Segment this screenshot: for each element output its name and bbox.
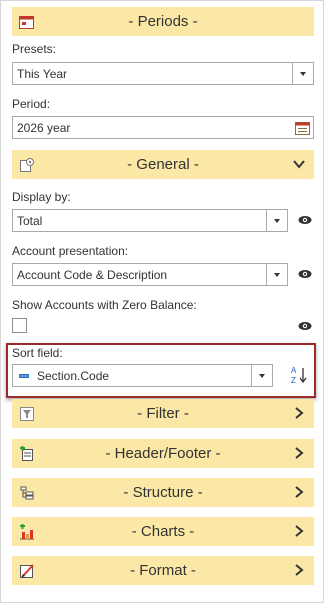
format-title: - Format - bbox=[130, 562, 196, 579]
chevron-down-icon bbox=[274, 218, 280, 223]
field-icon bbox=[19, 373, 29, 378]
presets-value: This Year bbox=[17, 66, 68, 81]
general-title: - General - bbox=[127, 156, 199, 173]
period-calendar-button[interactable] bbox=[292, 117, 313, 138]
chevron-right-icon[interactable] bbox=[292, 524, 306, 538]
account-presentation-select[interactable]: Account Code & Description bbox=[12, 263, 288, 286]
charts-section-header[interactable]: - Charts - bbox=[12, 517, 314, 546]
period-input[interactable]: 2026 year bbox=[12, 116, 314, 139]
account-presentation-label: Account presentation: bbox=[12, 244, 129, 258]
sort-field-value: Section.Code bbox=[37, 368, 110, 383]
display-by-select[interactable]: Total bbox=[12, 209, 288, 232]
chevron-down-icon bbox=[274, 272, 280, 277]
chevron-down-icon[interactable] bbox=[292, 157, 306, 171]
header-footer-title: - Header/Footer - bbox=[105, 445, 221, 462]
charts-icon bbox=[18, 523, 35, 540]
svg-text:Z: Z bbox=[291, 376, 296, 385]
eye-icon[interactable] bbox=[298, 321, 312, 331]
period-label: Period: bbox=[12, 97, 51, 111]
calendar-picker-icon bbox=[295, 121, 310, 135]
presets-select[interactable]: This Year bbox=[12, 62, 314, 85]
presets-label: Presets: bbox=[12, 42, 57, 56]
eye-icon[interactable] bbox=[298, 215, 312, 225]
header-footer-section-header[interactable]: - Header/Footer - bbox=[12, 439, 314, 468]
display-by-value: Total bbox=[17, 213, 43, 228]
format-section-header[interactable]: - Format - bbox=[12, 556, 314, 585]
zero-balance-label: Show Accounts with Zero Balance: bbox=[12, 298, 197, 312]
sort-field-dropdown-button[interactable] bbox=[251, 365, 272, 386]
zero-balance-checkbox[interactable] bbox=[12, 318, 27, 333]
structure-icon bbox=[18, 484, 35, 501]
chevron-right-icon[interactable] bbox=[292, 446, 306, 460]
structure-title: - Structure - bbox=[123, 484, 203, 501]
general-section-header[interactable]: - General - bbox=[12, 150, 314, 179]
sort-field-label: Sort field: bbox=[12, 346, 63, 360]
chevron-down-icon bbox=[300, 71, 306, 76]
format-icon bbox=[18, 562, 35, 579]
display-by-dropdown-button[interactable] bbox=[266, 210, 287, 231]
sort-field-select[interactable]: Section.Code bbox=[12, 364, 273, 387]
chevron-down-icon bbox=[259, 373, 265, 378]
structure-section-header[interactable]: - Structure - bbox=[12, 478, 314, 507]
chevron-right-icon[interactable] bbox=[292, 485, 306, 499]
period-value: 2026 year bbox=[17, 120, 71, 135]
periods-title: - Periods - bbox=[128, 13, 198, 30]
presets-dropdown-button[interactable] bbox=[292, 63, 313, 84]
charts-title: - Charts - bbox=[131, 523, 195, 540]
account-presentation-dropdown-button[interactable] bbox=[266, 264, 287, 285]
report-settings-panel: - Periods - Presets: This Year Period: 2… bbox=[0, 0, 324, 603]
filter-title: - Filter - bbox=[137, 405, 189, 422]
settings-icon bbox=[18, 156, 35, 173]
chevron-right-icon[interactable] bbox=[292, 406, 306, 420]
eye-icon[interactable] bbox=[298, 269, 312, 279]
calendar-icon bbox=[18, 13, 35, 30]
header-footer-icon bbox=[18, 445, 35, 462]
periods-section-header[interactable]: - Periods - bbox=[12, 7, 314, 36]
account-presentation-value: Account Code & Description bbox=[17, 267, 168, 282]
filter-section-header[interactable]: - Filter - bbox=[12, 399, 314, 428]
svg-text:A: A bbox=[291, 366, 297, 375]
sort-az-icon[interactable]: A Z bbox=[290, 365, 308, 385]
chevron-right-icon[interactable] bbox=[292, 563, 306, 577]
display-by-label: Display by: bbox=[12, 190, 71, 204]
filter-icon bbox=[18, 405, 35, 422]
